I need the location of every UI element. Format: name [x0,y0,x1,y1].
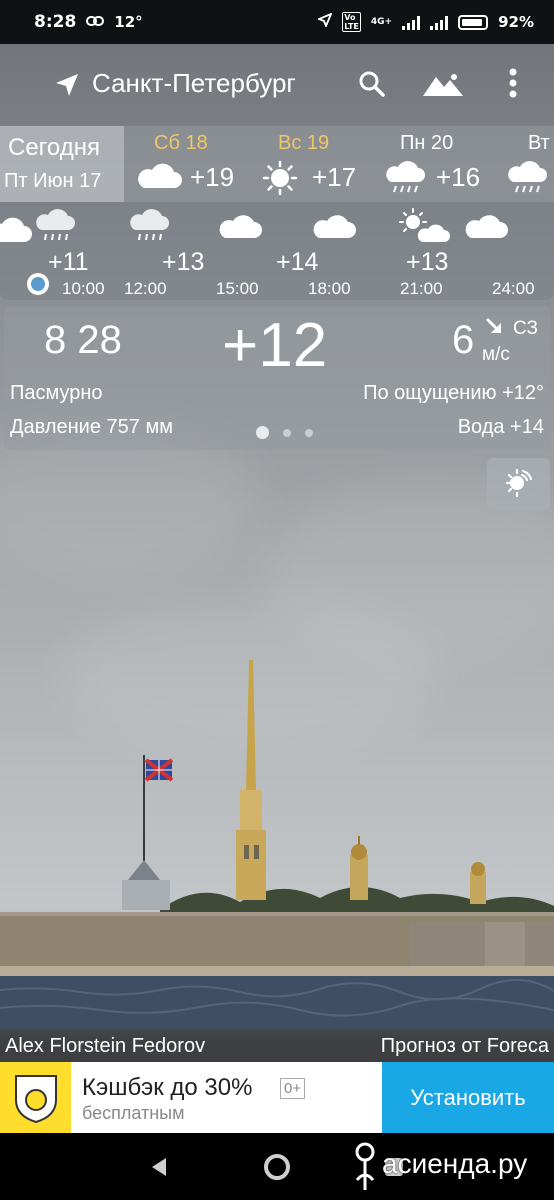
ad-subtitle: бесплатным [82,1103,185,1123]
location-arrow-icon[interactable] [54,72,80,102]
rain-cloud-icon [128,208,170,250]
today-label: Сегодня [8,134,100,161]
current-conditions-card[interactable]: 8 28 +12 6 СЗ м/с Пасмурно Давление 757 … [4,306,550,450]
network-type-label: 4G+ [370,17,393,27]
photo-author[interactable]: Alex Florstein Fedorov [5,1035,205,1058]
pressure-text: Давление 757 мм [10,416,173,438]
day-name: Вт [528,132,550,154]
condition-text: Пасмурно [10,382,103,404]
mountains-icon[interactable] [422,71,464,101]
cloud-icon [218,212,262,244]
day-item[interactable]: Вс 19 +17 [262,126,372,202]
home-icon[interactable] [264,1154,290,1180]
watermark-text: асиенда.ру [382,1148,528,1179]
hour-temp: +13 [406,248,449,276]
wind-unit: м/с [482,344,510,365]
ad-title: Кэшбэк до 30% [82,1074,253,1101]
page-dot [283,428,291,437]
status-temp: 12° [114,13,143,31]
rain-icon [384,160,426,200]
current-temp: +12 [222,311,328,380]
day-temp: +17 [312,162,357,192]
radar-button[interactable] [487,458,550,510]
hour-time: 15:00 [216,279,259,298]
radar-icon [504,467,534,501]
sun-icon [262,160,298,200]
signal-icon [402,14,421,30]
forecast-source[interactable]: Прогноз от Foreca [381,1035,549,1058]
daily-forecast: Сегодня Пт Июн 17 Сб 18 +19 Вс 19 +17 Пн… [0,126,554,202]
rain-icon [506,160,548,200]
page-dot [305,428,313,437]
rain-cloud-icon [34,208,76,250]
page-dot [256,426,269,439]
hourly-forecast[interactable]: +11 +13 +14 +13 10:00 12:00 15:00 18:00 … [0,202,554,300]
photo-credits-bar: Alex Florstein Fedorov Прогноз от Foreca [0,1030,554,1062]
hour-temp: +14 [276,248,319,276]
wind-speed: 6 [452,318,475,362]
hour-time: 24:00 [492,279,535,298]
day-name: Пн 20 [400,132,454,154]
ad-logo [0,1062,71,1133]
wind-direction: СЗ [513,318,538,339]
current-time-marker [27,273,49,295]
hour-temp: +13 [162,248,205,276]
cloud-icon [136,160,182,194]
search-icon[interactable] [358,70,386,102]
hour-time: 21:00 [400,279,443,298]
status-time: 8:28 [34,12,77,32]
day-item[interactable]: Сб 18 +19 [136,126,246,202]
cloud-icon [312,212,356,244]
wind-arrow-icon [484,316,504,340]
app-toolbar: Санкт-Петербург [0,44,554,126]
hour-temp: +11 [48,248,89,276]
day-item[interactable]: Пн 20 +16 [384,126,494,202]
battery-icon [458,14,489,30]
hour-time: 12:00 [124,279,167,298]
day-temp: +19 [190,162,235,192]
battery-percent: 92% [498,13,534,31]
partly-cloudy-icon [398,208,450,248]
more-vert-icon[interactable] [508,68,518,102]
back-icon[interactable] [150,1157,168,1181]
install-button[interactable]: Установить [382,1062,554,1133]
water-temp-text: Вода +14 [457,416,544,438]
page-indicator [256,426,313,439]
hour-time: 18:00 [308,279,351,298]
watermark-logo-icon [352,1140,378,1198]
day-name: Сб 18 [154,132,208,154]
city-name[interactable]: Санкт-Петербург [92,68,296,99]
current-time: 8 28 [44,318,122,362]
today-date: Пт Июн 17 [4,170,102,192]
ad-banner[interactable]: Кэшбэк до 30% 0+ бесплатным Установить [0,1062,554,1133]
age-rating-badge: 0+ [280,1078,306,1099]
location-status-icon [316,12,333,31]
fortress-photo [0,660,554,1030]
day-name: Вс 19 [278,132,330,154]
day-item[interactable]: Вт [506,126,554,202]
cloud-icon [0,214,32,248]
day-temp: +16 [436,162,481,192]
status-bar: 8:28 12° Vo LTE 4G+ 92% [0,0,554,44]
watermark: асиенда.ру [346,1136,551,1196]
feels-like-text: По ощущению +12° [363,382,544,404]
volte-icon: Vo LTE [342,12,361,32]
signal-icon-2 [430,14,449,30]
cloud-icon [464,212,508,244]
today-card[interactable]: Сегодня Пт Июн 17 [0,126,124,202]
link-icon [86,14,105,30]
hour-time: 10:00 [62,279,105,298]
